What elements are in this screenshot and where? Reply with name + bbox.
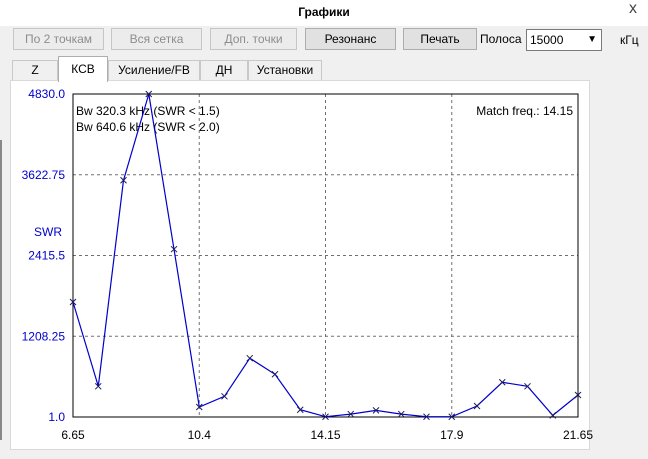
x-tick-label: 21.65 [563,428,593,442]
swr-point [221,392,228,400]
y-tick-label: 4830.0 [28,87,65,101]
x-tick-label: 10.4 [188,428,212,442]
match-freq-annotation: Match freq.: 14.15 [476,104,573,118]
y-tick-label: 3622.75 [22,168,66,182]
y-tick-label: 1.0 [48,410,65,424]
x-tick-labels: 6.65 10.4 14.15 17.9 21.65 [61,428,593,442]
swr-point [473,402,481,410]
swr-point [271,370,279,378]
y-tick-label: 2415.5 [28,249,65,263]
tab-swr[interactable]: КСВ [58,56,108,82]
x-tick-label: 17.9 [440,428,464,442]
x-tick-label: 14.15 [310,428,340,442]
y-tick-label: 1208.25 [22,329,66,343]
bandwidth-annotation-2: Bw 640.6 kHz (SWR < 2.0) [76,120,220,134]
chart-grid [73,94,578,417]
x-tick-label: 6.65 [61,428,85,442]
bandwidth-annotation-1: Bw 320.3 kHz (SWR < 1.5) [76,104,220,118]
swr-point [246,354,254,362]
y-tick-labels: 4830.0 3622.75 2415.5 1208.25 1.0 [22,87,66,424]
y-axis-label: SWR [34,225,62,239]
